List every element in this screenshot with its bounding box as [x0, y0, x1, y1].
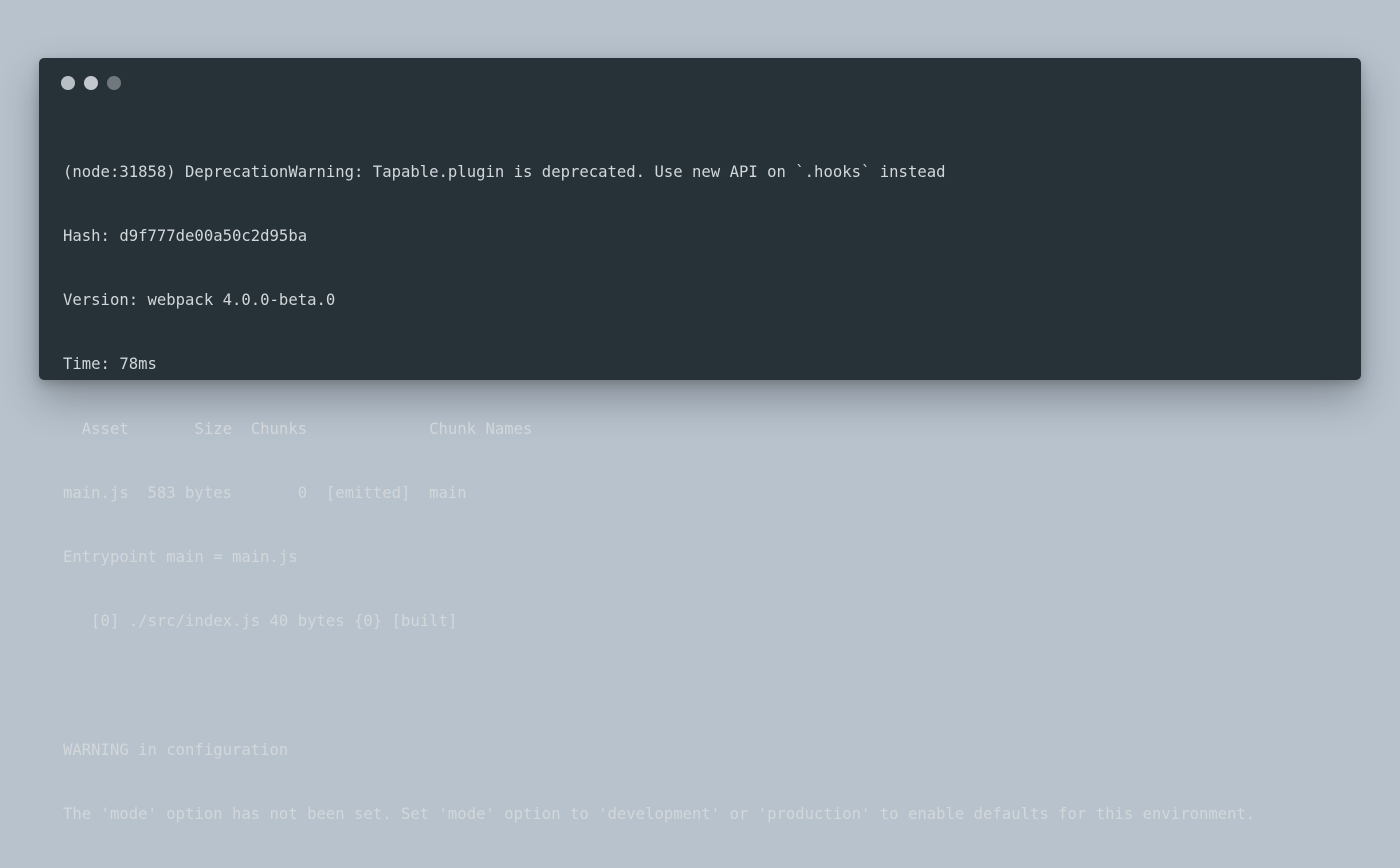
window-controls	[61, 76, 121, 90]
terminal-window: (node:31858) DeprecationWarning: Tapable…	[39, 58, 1361, 823]
maximize-icon[interactable]	[107, 76, 121, 90]
terminal-line-deprecation-warning: (node:31858) DeprecationWarning: Tapable…	[63, 162, 946, 181]
terminal-line-asset-header: Asset Size Chunks Chunk Names	[63, 419, 533, 438]
terminal-line-time: Time: 78ms	[63, 355, 157, 374]
terminal-line-asset-row: main.js 583 bytes 0 [emitted] main	[63, 483, 467, 502]
terminal-output: (node:31858) DeprecationWarning: Tapable…	[63, 119, 1351, 868]
terminal-line-version: Version: webpack 4.0.0-beta.0	[63, 291, 336, 310]
minimize-icon[interactable]	[84, 76, 98, 90]
terminal-line-entrypoint: Entrypoint main = main.js	[63, 548, 298, 567]
terminal-line-warning-message: The 'mode' option has not been set. Set …	[63, 804, 1256, 823]
terminal-line-warning-title: WARNING in configuration	[63, 740, 289, 759]
terminal-line-module: [0] ./src/index.js 40 bytes {0} [built]	[63, 612, 458, 631]
terminal-line-hash: Hash: d9f777de00a50c2d95ba	[63, 227, 308, 246]
close-icon[interactable]	[61, 76, 75, 90]
